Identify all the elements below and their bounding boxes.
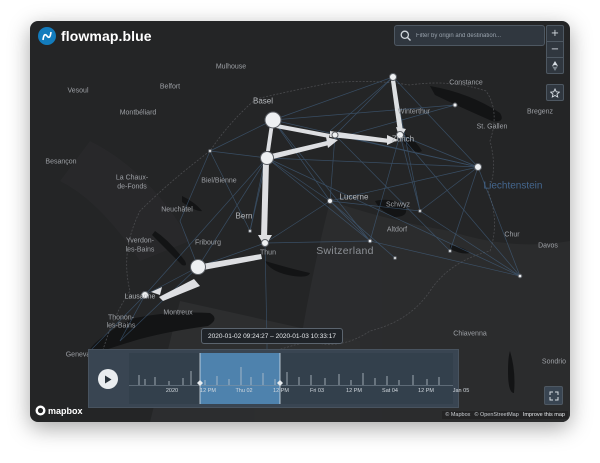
timeline-tick: 12 PM	[273, 388, 289, 394]
map-label: Neuchâtel	[161, 206, 193, 214]
map-label: Yverdon-	[125, 237, 155, 245]
map-label: Chur	[504, 231, 520, 239]
improve-map-link[interactable]: Improve this map	[523, 412, 565, 418]
app-window: Mulhouse Belfort Vesoul Montbéliard Base…	[30, 21, 570, 422]
map-label: Biel/Bienne	[201, 177, 237, 185]
timeline-tick: 12 PM	[200, 388, 216, 394]
flowmap-logo-icon	[38, 27, 56, 45]
map-label: Constance	[449, 79, 483, 87]
search-icon	[400, 30, 411, 41]
osm-attribution-link[interactable]: © OpenStreetMap	[474, 412, 518, 418]
timeline-tick: Jan 05	[452, 388, 470, 394]
map-label: Vesoul	[67, 87, 89, 95]
map-controls: + −	[546, 25, 564, 74]
map-label: Zürich	[391, 134, 415, 144]
app-title: flowmap.blue	[61, 28, 152, 44]
map-label: Lausanne	[124, 293, 156, 301]
map-label: Chiavenna	[453, 330, 487, 338]
timeline-histogram	[129, 353, 453, 404]
map-label: Montbéliard	[119, 109, 157, 117]
map-label: Bregenz	[526, 108, 554, 116]
plus-icon[interactable]: +	[547, 26, 563, 41]
time-range-label: 2020-01-02 09:24:27 – 2020-01-03 10:33:1…	[201, 328, 343, 344]
minus-icon[interactable]: −	[547, 41, 563, 57]
region-label: Liechtenstein	[483, 180, 543, 192]
mapbox-logo-icon	[35, 405, 46, 416]
map-label: Altdorf	[386, 226, 408, 234]
map-label: Basel	[252, 96, 274, 106]
map-label: Schwyz	[385, 201, 411, 209]
timeline-tick: Thu 02	[235, 388, 253, 394]
fullscreen-icon[interactable]	[544, 386, 563, 405]
map-label: Geneva	[65, 351, 91, 359]
search-input[interactable]	[413, 32, 539, 39]
map-label: Lucerne	[339, 192, 369, 202]
map-label: les-Bains	[125, 246, 155, 254]
map-label: Thonon-	[107, 314, 135, 322]
map-label: Montreux	[163, 309, 193, 317]
map-label: les-Bains	[106, 322, 136, 330]
map-label: Sondrio	[541, 358, 567, 366]
compass-icon[interactable]	[547, 57, 563, 73]
timeline-tick: 12 PM	[418, 388, 434, 394]
mapbox-brand-text: mapbox	[48, 405, 83, 416]
map-label: St. Gallen	[476, 123, 508, 131]
app-logo[interactable]: flowmap.blue	[38, 27, 152, 45]
timeline-tick: Fri 03	[309, 388, 325, 394]
pin-icon[interactable]	[546, 84, 564, 101]
mapbox-logo[interactable]: mapbox	[35, 405, 83, 416]
map-label: La Chaux-	[115, 174, 149, 182]
map-label: Fribourg	[194, 239, 222, 247]
country-label: Switzerland	[316, 245, 374, 257]
timeline-tick: Sat 04	[382, 388, 398, 394]
map-label: Mulhouse	[215, 63, 247, 71]
map-label: de-Fonds	[117, 183, 147, 191]
map-label: Thun	[260, 249, 276, 257]
map-label: Bern	[235, 211, 253, 221]
map-label: Besançon	[45, 158, 77, 166]
timeline-tick: 12 PM	[346, 388, 362, 394]
timeline-tick: 2020	[165, 388, 179, 394]
map-label: Davos	[538, 242, 558, 250]
mapbox-attribution-link[interactable]: © Mapbox	[445, 412, 470, 418]
map-label: Belfort	[159, 83, 181, 91]
search-box[interactable]	[394, 25, 545, 46]
map-attribution: © Mapbox © OpenStreetMap Improve this ma…	[442, 411, 568, 419]
map-label: Winterthur	[397, 108, 431, 116]
timeline-panel: 2020 12 PM Thu 02 12 PM Fri 03 12 PM Sat…	[88, 349, 469, 408]
play-icon[interactable]	[98, 369, 118, 389]
